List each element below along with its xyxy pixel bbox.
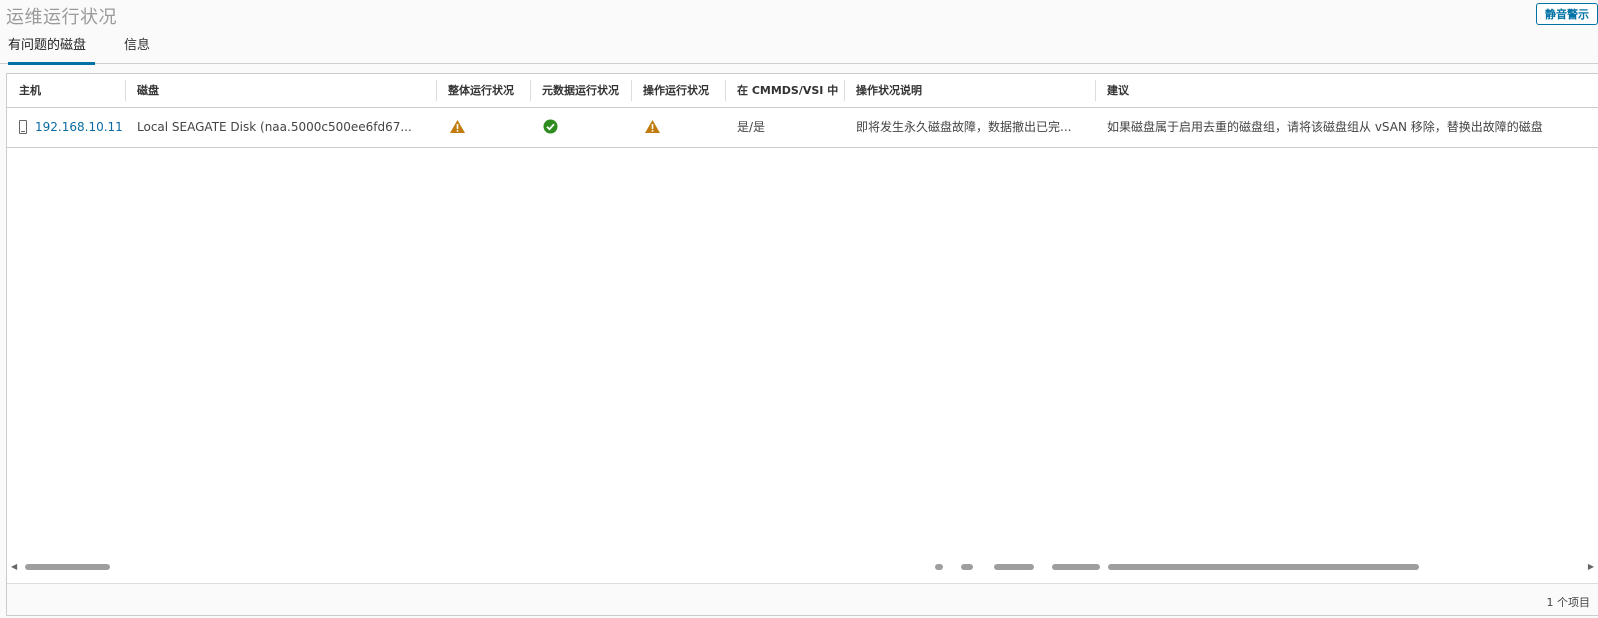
column-header-overall-health[interactable]: 整体运行状况 (436, 74, 530, 107)
operational-health-cell (631, 108, 725, 147)
host-cell: 192.168.10.11 (7, 108, 125, 147)
column-header-in-cmmds-vsi[interactable]: 在 CMMDS/VSI 中 (725, 74, 844, 107)
item-count: 1 个项目 (1546, 596, 1591, 609)
horizontal-scrollbar[interactable]: ◀ ▶ (7, 561, 1598, 573)
warning-icon (450, 120, 465, 133)
scrollbar-artifact (1052, 564, 1100, 570)
column-header-host[interactable]: 主机 (7, 74, 125, 107)
in-cmmds-vsi-cell: 是/是 (737, 120, 766, 134)
column-header-disk[interactable]: 磁盘 (125, 74, 436, 107)
data-grid: 主机 磁盘 整体运行状况 元数据运行状况 操作运行状况 在 CMMDS/VSI … (6, 73, 1598, 616)
scroll-left-arrow-icon[interactable]: ◀ (11, 562, 17, 571)
metadata-health-cell (530, 108, 631, 147)
tab-problem-disks[interactable]: 有问题的磁盘 (8, 36, 95, 65)
table-header: 主机 磁盘 整体运行状况 元数据运行状况 操作运行状况 在 CMMDS/VSI … (7, 74, 1598, 108)
scrollbar-artifact (1108, 564, 1419, 570)
host-device-icon (19, 119, 27, 134)
host-link[interactable]: 192.168.10.11 (35, 120, 123, 134)
overall-health-cell (436, 108, 530, 147)
recommendation-cell: 如果磁盘属于启用去重的磁盘组，请将该磁盘组从 vSAN 移除，替换出故障的磁盘 (1107, 120, 1543, 134)
column-header-metadata-health[interactable]: 元数据运行状况 (530, 74, 631, 107)
operational-description-cell: 即将发生永久磁盘故障，数据撤出已完... (856, 120, 1072, 134)
table-row[interactable]: 192.168.10.11 Local SEAGATE Disk (naa.50… (7, 108, 1598, 148)
warning-icon (645, 120, 660, 133)
scroll-right-arrow-icon[interactable]: ▶ (1588, 562, 1594, 571)
scrollbar-artifact (994, 564, 1034, 570)
tab-info[interactable]: 信息 (124, 36, 150, 62)
mute-alarm-button[interactable]: 静音警示 (1536, 3, 1598, 25)
grid-footer: 1 个项目 (7, 583, 1598, 615)
ok-icon (543, 119, 558, 134)
scrollbar-artifact (935, 564, 943, 570)
scrollbar-thumb[interactable] (25, 564, 110, 570)
column-header-recommendation[interactable]: 建议 (1095, 74, 1598, 107)
disk-cell: Local SEAGATE Disk (naa.5000c500ee6fd67.… (137, 120, 412, 134)
column-header-operational-description[interactable]: 操作状况说明 (844, 74, 1095, 107)
page-title: 运维运行状况 (6, 7, 117, 28)
scrollbar-artifact (961, 564, 973, 570)
tab-bar: 有问题的磁盘 信息 (0, 36, 1598, 65)
column-header-operational-health[interactable]: 操作运行状况 (631, 74, 725, 107)
